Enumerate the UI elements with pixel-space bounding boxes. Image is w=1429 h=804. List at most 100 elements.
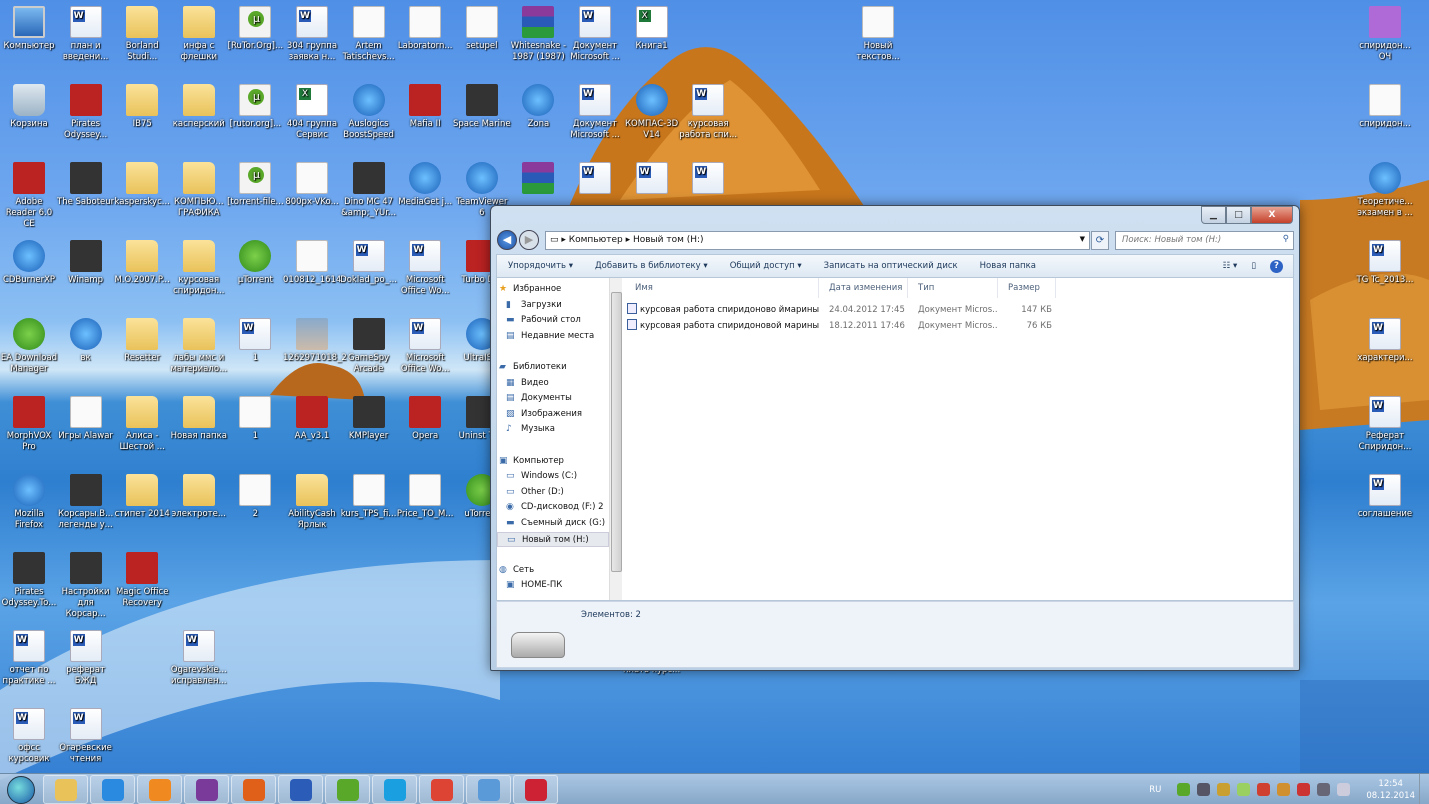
desktop-icon[interactable]: Новый текстов... — [849, 2, 907, 63]
desktop-icon[interactable]: Laboratorn... — [396, 2, 454, 52]
desktop-icon[interactable]: 404 группа Сервис — [283, 80, 341, 141]
taskbar-control-panel[interactable] — [466, 775, 511, 804]
breadcrumb-computer[interactable]: Компьютер — [569, 235, 623, 245]
desktop-icon[interactable]: GameSpy Arcade — [340, 314, 398, 375]
nav-item[interactable]: ▤ Недавние места — [497, 329, 609, 345]
desktop-icon[interactable]: Огаревские чтения — [57, 704, 115, 765]
desktop-icon[interactable]: Winamp — [57, 236, 115, 286]
column-date[interactable]: Дата изменения — [819, 278, 908, 298]
desktop-icon[interactable]: Mozilla Firefox — [0, 470, 58, 531]
desktop-icon[interactable]: Adobe Reader 6.0 CE — [0, 158, 58, 230]
desktop-icon[interactable]: Auslogics BoostSpeed — [340, 80, 398, 141]
nav-item[interactable]: ▬ Съемный диск (G:) — [497, 516, 609, 532]
nav-item[interactable]: ▣ HOME-ПК — [497, 578, 609, 594]
taskbar-firefox[interactable] — [231, 775, 276, 804]
search-input[interactable]: Поиск: Новый том (H:) ⚲ — [1115, 231, 1294, 250]
add-to-library-button[interactable]: Добавить в библиотеку ▾ — [584, 261, 719, 271]
clock[interactable]: 12:54 08.12.2014 — [1366, 778, 1415, 802]
taskbar-media-player[interactable] — [137, 775, 182, 804]
desktop-icon[interactable]: [RuTor.Org]... — [226, 2, 284, 52]
desktop-icon[interactable]: Игры Alawar — [57, 392, 115, 442]
desktop-icon[interactable]: CDBurnerXP — [0, 236, 58, 286]
show-desktop-button[interactable] — [1419, 774, 1429, 804]
taskbar-kompas[interactable] — [513, 775, 558, 804]
back-button[interactable]: ◀ — [497, 230, 517, 250]
desktop-icon[interactable]: Doklad_po_... — [340, 236, 398, 286]
desktop-icon[interactable]: Opera — [396, 392, 454, 442]
tray-icon[interactable] — [1257, 783, 1271, 796]
desktop-icon[interactable] — [679, 158, 737, 197]
desktop-icon[interactable]: Книга1 — [623, 2, 681, 52]
desktop-icon[interactable]: лабы ммс и материало... — [170, 314, 228, 375]
desktop-icon[interactable]: Resetter — [113, 314, 171, 364]
desktop-icon[interactable]: характери... — [1356, 314, 1414, 364]
address-bar[interactable]: ▭ ▸ Компьютер ▸ Новый том (H:) ▼ — [545, 231, 1090, 250]
desktop-icon[interactable]: 2 — [226, 470, 284, 520]
organize-button[interactable]: Упорядочить ▾ — [497, 261, 584, 271]
desktop-icon[interactable]: AbilityCash Ярлык — [283, 470, 341, 531]
nav-item[interactable]: ▮ Загрузки — [497, 298, 609, 314]
desktop-icon[interactable]: Новая папка — [170, 392, 228, 442]
desktop-icon[interactable]: Реферат Спиридон... — [1356, 392, 1414, 453]
desktop-icon[interactable]: спиридон... ОЧ — [1356, 2, 1414, 63]
desktop-icon[interactable]: курсовая работа спи... — [679, 80, 737, 141]
desktop-icon[interactable]: Корзина — [0, 80, 58, 130]
desktop-icon[interactable]: Whitesnake - 1987 (1987) — [509, 2, 567, 63]
taskbar-explorer[interactable] — [43, 775, 88, 804]
desktop-icon[interactable]: соглашение — [1356, 470, 1414, 520]
desktop-icon[interactable] — [509, 158, 567, 197]
nav-item[interactable]: ▨ Изображения — [497, 407, 609, 423]
desktop-icon[interactable]: вк — [57, 314, 115, 364]
taskbar-skype[interactable] — [372, 775, 417, 804]
desktop-icon[interactable]: Borland Studi... — [113, 2, 171, 63]
tray-icon[interactable] — [1277, 783, 1291, 796]
desktop-icon[interactable]: касперский — [170, 80, 228, 130]
close-button[interactable]: X — [1251, 206, 1293, 224]
desktop-icon[interactable]: kasperskyc... — [113, 158, 171, 208]
share-button[interactable]: Общий доступ ▾ — [719, 261, 813, 271]
desktop-icon[interactable]: отчет по практике ... — [0, 626, 58, 687]
desktop-icon[interactable]: 1 — [226, 392, 284, 442]
tray-icon[interactable] — [1217, 783, 1231, 796]
taskbar-winrar[interactable] — [184, 775, 229, 804]
desktop-icon[interactable]: 010812_1614 — [283, 236, 341, 286]
desktop-icon[interactable]: 1 — [226, 314, 284, 364]
desktop-icon[interactable]: Корсары.В... легенды у... — [57, 470, 115, 531]
desktop-icon[interactable]: kurs_TPS_fi... — [340, 470, 398, 520]
preview-pane-icon[interactable]: ▯ — [1251, 261, 1256, 271]
taskbar-internet-explorer[interactable] — [90, 775, 135, 804]
desktop-icon[interactable]: Dino MC 47 &amp;_YUr... — [340, 158, 398, 219]
taskbar-word[interactable] — [278, 775, 323, 804]
desktop-icon[interactable]: курсовая спиридон... — [170, 236, 228, 297]
desktop-icon[interactable]: EA Download Manager — [0, 314, 58, 375]
nav-item[interactable]: ▭ Windows (C:) — [497, 469, 609, 485]
nav-item[interactable]: ▦ Видео — [497, 376, 609, 392]
nav-item[interactable]: ▭ Новый том (H:) — [497, 531, 609, 548]
desktop-icon[interactable]: стипет 2014 — [113, 470, 171, 520]
desktop-icon[interactable]: 304 группа заявка н... — [283, 2, 341, 63]
desktop-icon[interactable]: Документ Microsoft ... — [566, 2, 624, 63]
desktop-icon[interactable]: M.O.2007.P... — [113, 236, 171, 286]
nav-item[interactable]: ◍ Сеть — [497, 563, 609, 579]
column-type[interactable]: Тип — [908, 278, 998, 298]
tray-icon[interactable] — [1177, 783, 1191, 796]
desktop-icon[interactable]: Artem Tatischevs... — [340, 2, 398, 63]
nav-item[interactable]: ★ Избранное — [497, 282, 609, 298]
start-button[interactable] — [0, 774, 42, 804]
desktop-icon[interactable]: 1262971018_2 — [283, 314, 347, 364]
chevron-down-icon[interactable]: ▼ — [1080, 235, 1085, 243]
desktop-icon[interactable]: Ogarevskie... исправлен... — [170, 626, 228, 687]
desktop-icon[interactable]: инфа с флешки — [170, 2, 228, 63]
column-size[interactable]: Размер — [998, 278, 1056, 298]
desktop-icon[interactable]: Алиса - Шестой ... — [113, 392, 171, 453]
desktop-icon[interactable]: setupel — [453, 2, 511, 52]
view-options-icon[interactable]: ☷ ▾ — [1223, 261, 1238, 271]
file-row[interactable]: курсовая работа спиридоново ймарины 24.04… — [625, 302, 1293, 318]
desktop-icon[interactable]: Pirates Odyssey... — [57, 80, 115, 141]
desktop-icon[interactable]: Документ Microsoft ... — [566, 80, 624, 141]
tray-icon[interactable] — [1337, 783, 1351, 796]
desktop-icon[interactable]: Компьютер — [0, 2, 58, 52]
desktop-icon[interactable]: Microsoft Office Wo... — [396, 236, 454, 297]
taskbar-utorrent[interactable] — [325, 775, 370, 804]
tray-icon[interactable] — [1197, 783, 1211, 796]
